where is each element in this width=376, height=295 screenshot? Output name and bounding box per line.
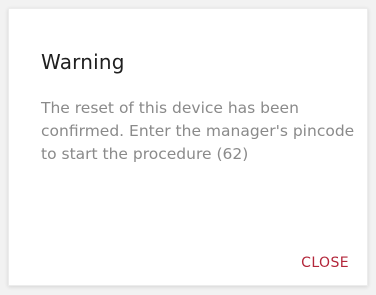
dialog-title: Warning	[41, 50, 125, 74]
dialog-backdrop: Warning The reset of this device has bee…	[0, 0, 376, 295]
dialog-message: The reset of this device has been confir…	[41, 99, 355, 163]
close-button[interactable]: CLOSE	[299, 251, 351, 275]
warning-dialog: Warning The reset of this device has bee…	[8, 8, 368, 286]
